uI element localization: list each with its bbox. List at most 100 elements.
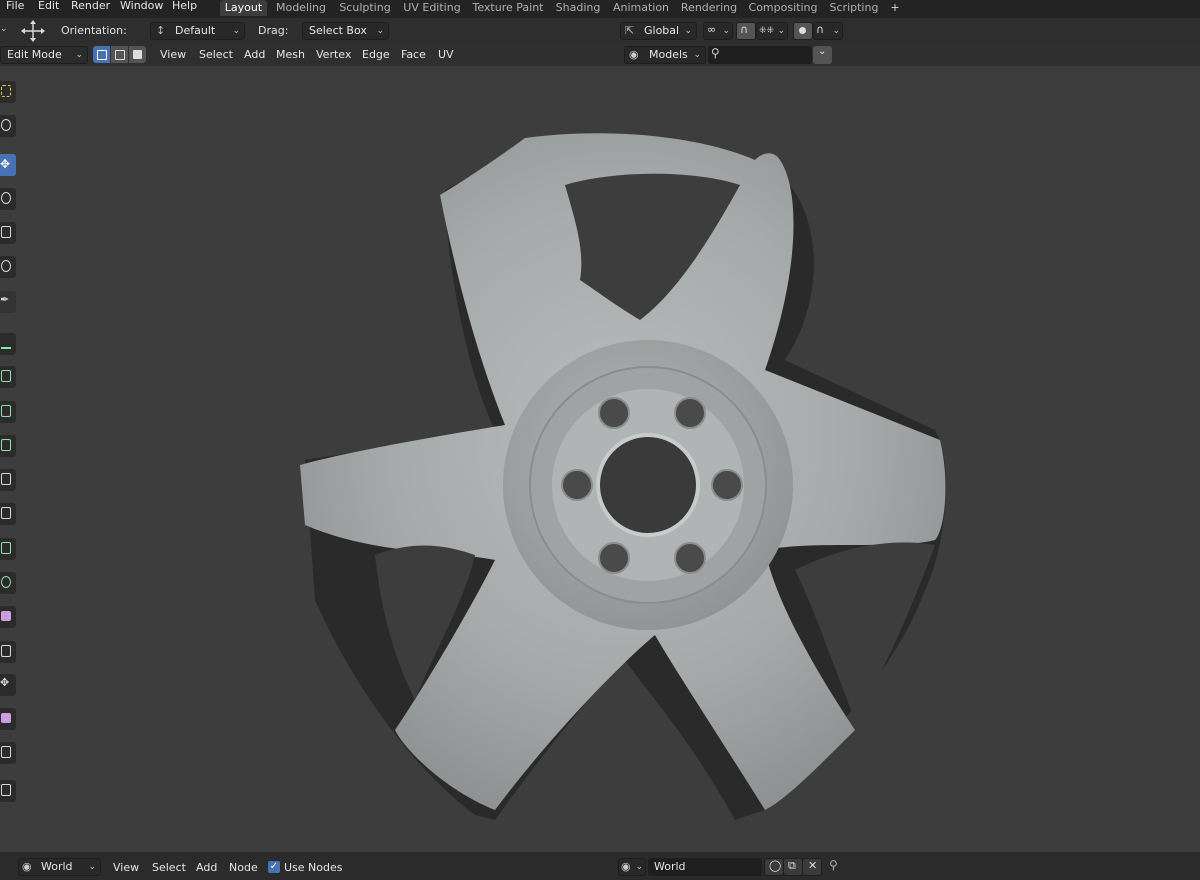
center-bore [596,433,700,537]
tab-uv-editing[interactable]: UV Editing [401,0,463,16]
annotate-tool[interactable]: ✒ [0,291,16,313]
unlink-world-button[interactable]: ✕ [802,858,822,876]
pin-icon[interactable]: ⚲ [829,858,838,872]
header-menu-edge[interactable]: Edge [362,48,390,62]
vertex-select-button[interactable] [93,46,110,63]
shield-icon: ◯ [769,859,782,872]
snap-target-dropdown[interactable]: ⁜⁜ ⌄ [756,22,788,40]
rotate-tool[interactable] [0,188,16,210]
rotate-icon [1,192,11,204]
knife-icon [1,507,11,519]
world-selector-dropdown[interactable]: ◉ World ⌄ [18,858,101,876]
face-select-button[interactable] [129,46,146,63]
chevron-down-icon[interactable]: ⌄ [0,24,8,34]
proportional-editing-toggle[interactable] [793,22,813,40]
world-name-field[interactable]: World [648,858,762,876]
orientation-dropdown[interactable]: ↕ Default ⌄ [150,22,245,40]
smooth-tool[interactable] [0,606,16,628]
measure-tool[interactable] [0,333,16,355]
snap-toggle[interactable]: ∩ [736,22,756,40]
use-nodes-checkbox[interactable]: ✓ [268,861,280,873]
rip-region-tool[interactable] [0,742,16,764]
cursor-icon [1,119,11,131]
search-icon: ⚲ [711,46,720,60]
menu-edit[interactable]: Edit [38,0,59,14]
select-box-icon [1,85,11,97]
fake-user-button[interactable]: ◯ [764,858,784,876]
menu-window[interactable]: Window [120,0,163,14]
header-menu-add[interactable]: Add [244,48,265,62]
loop-cut-tool[interactable] [0,469,16,491]
tab-scripting[interactable]: Scripting [826,0,882,16]
poly-build-tool[interactable] [0,538,16,560]
orientation-value: Default [175,24,216,37]
tab-animation[interactable]: Animation [610,0,672,16]
smooth-icon [1,611,11,621]
cursor-tool[interactable] [0,115,16,137]
pivot-point-dropdown[interactable]: ∞ ⌄ [703,22,733,40]
header-menu-face[interactable]: Face [401,48,426,62]
menu-file[interactable]: File [6,0,24,14]
globe-icon: ◉ [629,48,639,61]
header-menu-vertex[interactable]: Vertex [316,48,351,62]
move-tool[interactable]: ✥ [0,154,16,176]
transform-tool[interactable] [0,256,16,278]
search-options-button[interactable]: ⌄ [813,46,832,64]
header-menu-uv[interactable]: UV [438,48,454,62]
top-menu-bar: File Edit Render Window Help Layout Mode… [0,0,1200,18]
shear-tool[interactable] [0,708,16,730]
viewport-wheel-rim[interactable] [295,130,965,833]
chevron-down-icon: ⌄ [232,26,240,36]
shear-icon [1,713,11,723]
inset-tool[interactable] [0,401,16,423]
loop-cut-icon [1,473,11,485]
inset-icon [1,405,11,417]
header-menu-mesh[interactable]: Mesh [276,48,305,62]
select-box-tool[interactable] [0,81,16,103]
mode-dropdown[interactable]: Edit Mode ⌄ [0,46,88,64]
tool-settings-bar: ⌄ Orientation: ↕ Default ⌄ Drag: Select … [0,18,1200,44]
tab-shading[interactable]: Shading [552,0,604,16]
edge-slide-tool[interactable] [0,641,16,663]
bottom-menu-select[interactable]: Select [152,861,186,874]
tab-texture-paint[interactable]: Texture Paint [470,0,546,16]
drag-value: Select Box [309,24,367,37]
shrink-fatten-tool[interactable]: ✥ [0,674,16,696]
search-input[interactable]: ⚲ [708,46,812,64]
knife-tool[interactable] [0,503,16,525]
bottom-menu-add[interactable]: Add [196,861,217,874]
transform-orientation-dropdown[interactable]: ⇱ Global ⌄ [620,22,697,40]
collection-filter-dropdown[interactable]: ◉ Models ⌄ [624,46,706,64]
menu-render[interactable]: Render [71,0,110,14]
tab-compositing[interactable]: Compositing [746,0,820,16]
tab-layout[interactable]: Layout [220,0,267,16]
mode-value: Edit Mode [7,48,62,61]
tab-rendering[interactable]: Rendering [679,0,739,16]
world-browse-dropdown[interactable]: ◉ ⌄ [618,858,646,876]
extrude-tool[interactable] [0,366,16,388]
tab-modeling[interactable]: Modeling [273,0,329,16]
tab-sculpting[interactable]: Sculpting [336,0,394,16]
axes-icon: ⇱ [625,24,635,37]
menu-help[interactable]: Help [172,0,197,14]
header-menu-view[interactable]: View [160,48,186,62]
add-workspace-button[interactable]: + [886,0,904,16]
add-cube-tool[interactable] [0,780,16,802]
edge-slide-icon [1,645,11,657]
edge-select-button[interactable] [111,46,128,63]
bottom-menu-node[interactable]: Node [229,861,258,874]
world-icon: ◉ [621,860,631,873]
bevel-tool[interactable] [0,435,16,457]
world-name-value: World [654,860,686,873]
chevron-down-icon: ⌄ [722,26,730,36]
falloff-dropdown[interactable]: ∩ ⌄ [813,22,843,40]
move-tool-icon[interactable] [20,19,46,46]
duplicate-world-button[interactable]: ⧉ [783,858,803,876]
falloff-curve-icon: ∩ [816,23,825,36]
lug-hole [674,397,706,429]
header-menu-select[interactable]: Select [199,48,233,62]
drag-dropdown[interactable]: Select Box ⌄ [302,22,389,40]
bottom-menu-view[interactable]: View [113,861,139,874]
scale-tool[interactable] [0,222,16,244]
spin-tool[interactable] [0,572,16,594]
